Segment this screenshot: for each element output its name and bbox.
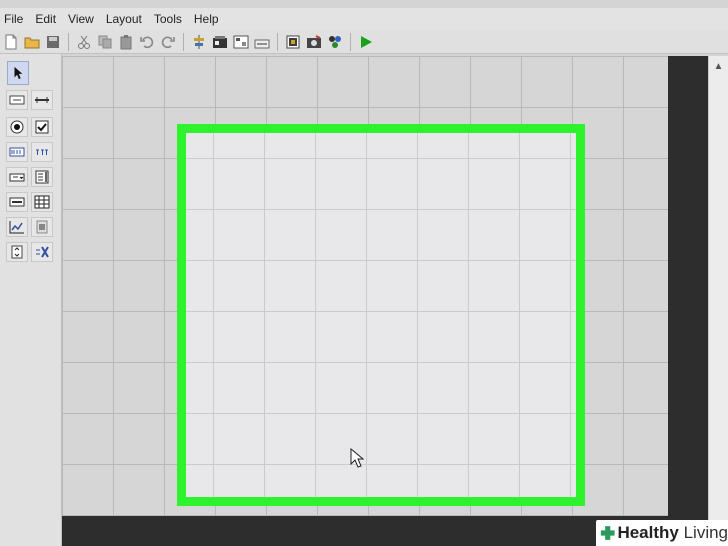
combo-box-tool[interactable] — [6, 167, 28, 187]
edit-field-tool[interactable] — [6, 142, 28, 162]
table-tool[interactable] — [31, 192, 53, 212]
menu-view[interactable]: View — [64, 12, 102, 26]
new-document-icon[interactable] — [2, 33, 20, 51]
edit-field-icon — [9, 147, 25, 157]
toolbar-separator — [68, 32, 69, 51]
health-cross-icon — [600, 526, 615, 540]
menu-layout[interactable]: Layout — [102, 12, 150, 26]
image-tool[interactable] — [31, 217, 53, 237]
spin-button-tool[interactable] — [6, 242, 28, 262]
menu-bar: File Edit View Layout Tools Help — [0, 8, 728, 30]
list-box-icon — [35, 170, 49, 184]
radio-button-tool[interactable] — [6, 117, 28, 137]
form-icon[interactable] — [284, 33, 302, 51]
undo-icon[interactable] — [138, 33, 156, 51]
toolbar-separator — [277, 32, 278, 51]
slider-control-icon — [9, 197, 25, 207]
dark-panel-right — [668, 56, 708, 546]
layout-icon[interactable] — [232, 33, 250, 51]
paste-icon[interactable] — [117, 33, 135, 51]
checkbox-tool[interactable] — [31, 117, 53, 137]
button-control-icon — [9, 95, 25, 105]
pointer-tool[interactable] — [7, 61, 29, 85]
text-label-icon — [36, 149, 48, 155]
menu-file[interactable]: File — [0, 12, 31, 26]
table-grid-icon — [34, 195, 50, 209]
menu-tools[interactable]: Tools — [150, 12, 190, 26]
image-icon[interactable] — [305, 33, 323, 51]
separator-control-icon — [35, 97, 49, 103]
image-control-icon — [36, 220, 48, 234]
mouse-cursor-icon — [350, 448, 364, 468]
arrow-pointer-icon — [14, 66, 23, 80]
separator-tool[interactable] — [31, 90, 53, 110]
slider-tool[interactable] — [6, 192, 28, 212]
menu-help[interactable]: Help — [190, 12, 227, 26]
scroll-up-icon[interactable]: ▲ — [709, 58, 728, 74]
menu-edit[interactable]: Edit — [31, 12, 64, 26]
combo-box-icon — [9, 173, 25, 182]
properties-icon[interactable] — [211, 33, 229, 51]
tab-order-icon[interactable] — [253, 33, 271, 51]
run-icon[interactable] — [357, 33, 375, 51]
checkbox-icon — [35, 120, 49, 134]
vertical-scrollbar[interactable]: ▲ — [708, 56, 728, 526]
list-box-tool[interactable] — [31, 167, 53, 187]
tool-palette — [0, 54, 62, 546]
save-icon[interactable] — [44, 33, 62, 51]
custom-control-tool[interactable] — [31, 242, 53, 262]
cut-icon[interactable] — [75, 33, 93, 51]
watermark: Healthy Living — [596, 520, 728, 546]
open-folder-icon[interactable] — [23, 33, 41, 51]
highlight-box — [177, 124, 585, 506]
chart-tool[interactable] — [6, 217, 28, 237]
colors-icon[interactable] — [326, 33, 344, 51]
toolbar-separator — [350, 32, 351, 51]
align-icon[interactable] — [190, 33, 208, 51]
radio-button-icon — [10, 120, 24, 134]
copy-icon[interactable] — [96, 33, 114, 51]
toolbar-separator — [183, 32, 184, 51]
watermark-text: Healthy Living — [617, 523, 728, 542]
toolbar — [0, 30, 728, 54]
spin-button-icon — [11, 245, 23, 259]
line-chart-icon — [9, 221, 24, 234]
redo-icon[interactable] — [159, 33, 177, 51]
custom-x-icon — [36, 246, 49, 258]
button-tool[interactable] — [6, 90, 28, 110]
text-label-tool[interactable] — [31, 142, 53, 162]
